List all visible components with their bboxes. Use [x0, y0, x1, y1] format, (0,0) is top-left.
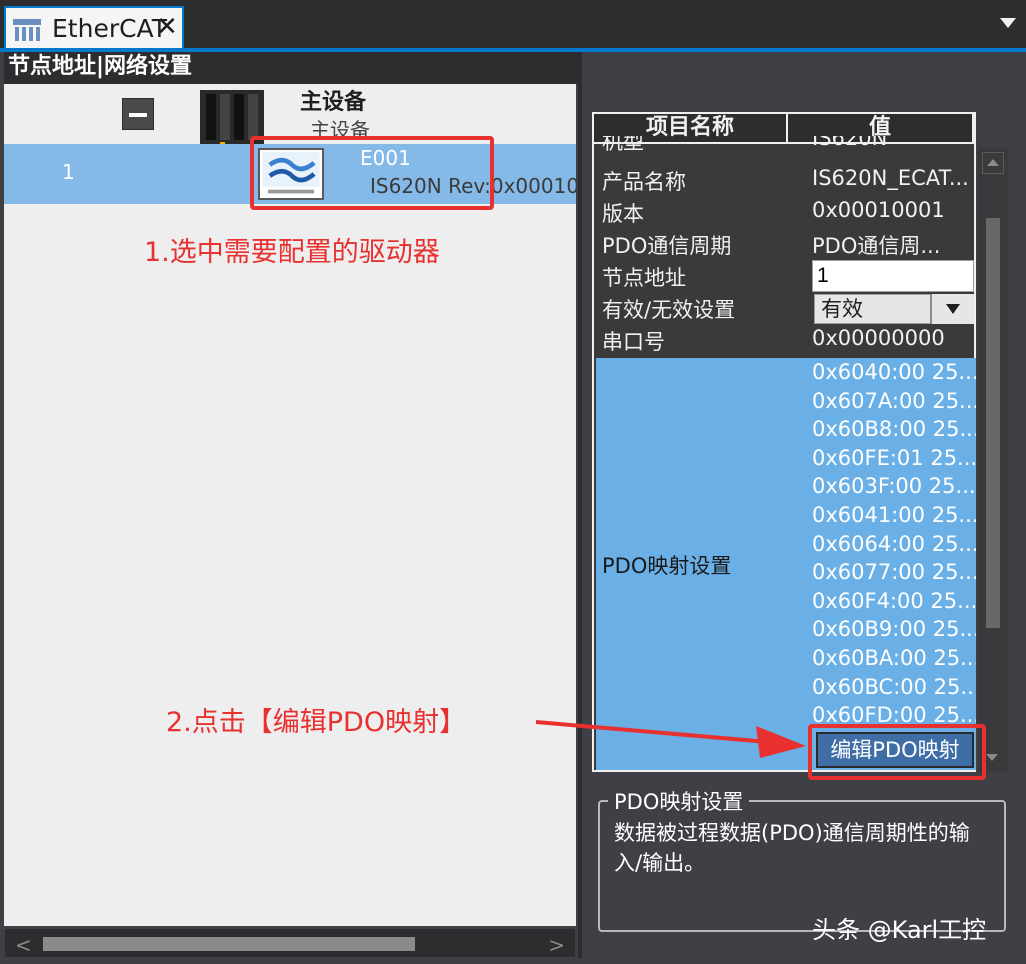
annotation-step-2: 2.点击【编辑PDO映射】	[166, 707, 467, 738]
property-row[interactable]: 串口号 0x00000000	[596, 324, 976, 356]
pdo-entry: 0x6040:00 25...	[812, 360, 976, 384]
property-value: 0x00000000	[812, 326, 945, 350]
pdo-entry: 0x60BC:00 25...	[812, 674, 976, 699]
pane-splitter[interactable]	[578, 52, 582, 958]
tab-ethercat[interactable]: EtherCAT ✕	[4, 6, 184, 50]
network-icon	[13, 19, 41, 41]
property-name: PDO映射设置	[602, 554, 732, 578]
chevron-down-icon[interactable]	[930, 294, 974, 324]
chevron-up-icon[interactable]	[982, 152, 1004, 174]
annotation-arrow-icon	[535, 720, 806, 758]
chevron-right-icon[interactable]: >	[548, 933, 565, 957]
property-value: IS620N_ECAT...	[812, 166, 969, 190]
network-tree[interactable]: 主设备 主设备 1 E001 IS620N Rev:0x00010	[4, 84, 576, 926]
tab-strip: EtherCAT ✕	[0, 0, 1026, 50]
property-value: 0x00010001	[812, 198, 945, 222]
chevron-left-icon[interactable]: <	[15, 933, 32, 957]
pdo-entry: 0x60FE:01 25...	[812, 445, 976, 470]
pdo-entry: 0x60BA:00 25...	[812, 645, 976, 670]
pdo-mapping-row[interactable]: PDO映射设置 0x6040:00 25... 0x607A:00 25... …	[596, 358, 976, 770]
description-text: 数据被过程数据(PDO)通信周期性的输入/输出。	[614, 821, 970, 875]
pdo-entry: 0x60F4:00 25...	[812, 588, 976, 613]
horizontal-scrollbar[interactable]: < >	[4, 928, 576, 958]
property-name: 节点地址	[602, 266, 686, 290]
property-name: 机型	[602, 136, 644, 154]
annotation-highlight-button	[808, 724, 986, 780]
property-row[interactable]: 机型 IS620N	[596, 136, 976, 162]
property-name: PDO通信周期	[602, 234, 732, 258]
vertical-scrollbar[interactable]	[978, 148, 1008, 772]
property-row[interactable]: 版本 0x00010001	[596, 196, 976, 228]
property-row[interactable]: 产品名称 IS620N_ECAT...	[596, 164, 976, 196]
chevron-down-icon[interactable]	[1000, 18, 1016, 28]
pane-title: 节点地址|网络设置	[4, 52, 578, 84]
annotation-highlight-drive	[250, 136, 494, 210]
pdo-entry: 0x6041:00 25...	[812, 502, 976, 527]
pdo-entry: 0x607A:00 25...	[812, 388, 976, 413]
pdo-entry: 0x603F:00 25...	[812, 474, 976, 499]
collapse-icon[interactable]	[122, 98, 154, 130]
close-icon[interactable]: ✕	[156, 12, 178, 42]
property-row[interactable]: PDO通信周期 PDO通信周...	[596, 228, 976, 260]
node-address: 1	[62, 160, 75, 184]
scrollbar-thumb[interactable]	[986, 218, 1000, 628]
watermark: 头条 @Karl工控	[812, 916, 987, 944]
pdo-entry: 0x6077:00 25...	[812, 560, 976, 585]
scrollbar-thumb[interactable]	[43, 937, 415, 951]
description-title: PDO映射设置	[608, 786, 750, 816]
node-address-input[interactable]	[812, 260, 974, 292]
master-device-name: 主设备	[300, 90, 367, 115]
property-name: 有效/无效设置	[602, 298, 736, 322]
pdo-entry: 0x6064:00 25...	[812, 531, 976, 556]
property-value: IS620N	[812, 136, 888, 150]
pdo-entry: 0x60B9:00 25...	[812, 617, 976, 642]
property-name: 产品名称	[602, 170, 686, 194]
property-name: 版本	[602, 202, 644, 226]
pdo-entry: 0x60B8:00 25...	[812, 417, 976, 442]
tab-title: EtherCAT	[52, 14, 167, 43]
pdo-mapping-list: 0x6040:00 25... 0x607A:00 25... 0x60B8:0…	[812, 360, 976, 732]
property-value: PDO通信周...	[812, 234, 941, 258]
property-name: 串口号	[602, 330, 665, 354]
annotation-step-1: 1.选中需要配置的驱动器	[144, 237, 440, 268]
